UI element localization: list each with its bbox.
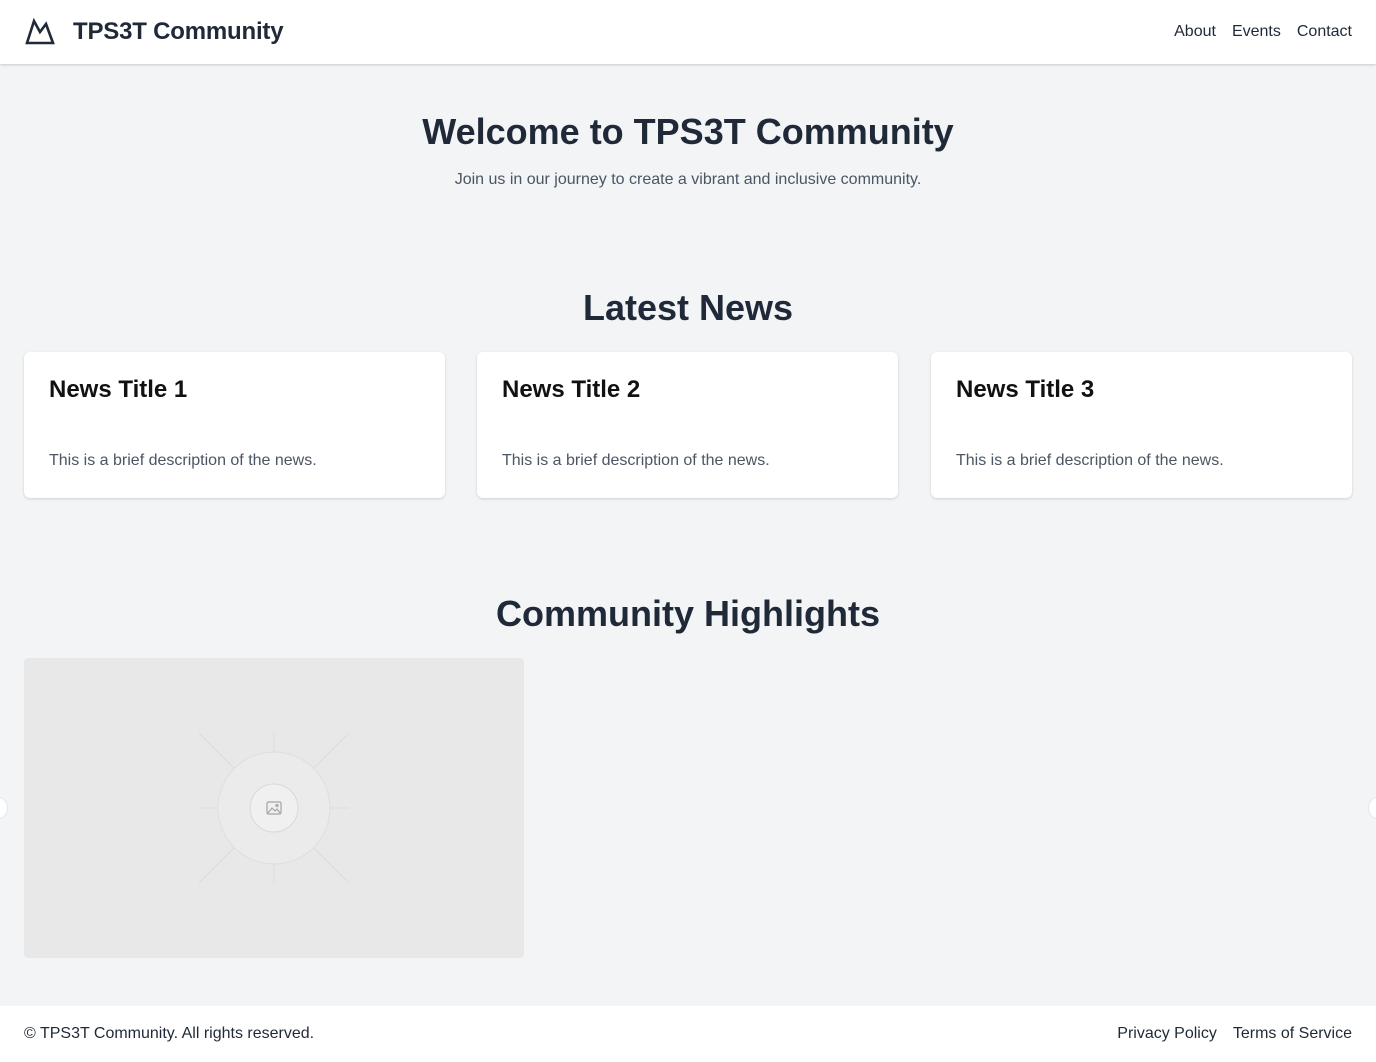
- footer-link-terms[interactable]: Terms of Service: [1233, 1022, 1352, 1046]
- brand-name: TPS3T Community: [73, 18, 284, 45]
- news-card-title: News Title 1: [49, 376, 188, 403]
- brand-link[interactable]: TPS3T Community: [24, 16, 284, 48]
- news-card: News Title 3 This is a brief description…: [931, 352, 1352, 498]
- news-card-title: News Title 3: [956, 376, 1095, 403]
- footer-link-privacy[interactable]: Privacy Policy: [1117, 1022, 1217, 1046]
- image-placeholder-icon: [198, 732, 350, 884]
- news-card-description: This is a brief description of the news.: [502, 452, 770, 469]
- news-grid: News Title 1 This is a brief description…: [24, 352, 1352, 498]
- news-section-title: Latest News: [582, 287, 794, 328]
- news-card-description: This is a brief description of the news.: [956, 452, 1224, 469]
- main-nav: About Events Contact: [1174, 20, 1352, 44]
- nav-link-contact[interactable]: Contact: [1297, 20, 1352, 44]
- news-card-description: This is a brief description of the news.: [49, 452, 317, 469]
- highlights-section-title: Community Highlights: [496, 593, 880, 634]
- site-footer: © TPS3T Community. All rights reserved. …: [0, 1006, 1376, 1062]
- news-card: News Title 1 This is a brief description…: [24, 352, 445, 498]
- footer-nav: Privacy Policy Terms of Service: [1117, 1022, 1352, 1046]
- mountain-icon: [25, 17, 55, 45]
- site-header: TPS3T Community About Events Contact: [0, 0, 1376, 64]
- news-card-title: News Title 2: [502, 376, 641, 403]
- copyright-text: © TPS3T Community. All rights reserved.: [24, 1025, 315, 1042]
- nav-link-events[interactable]: Events: [1232, 20, 1281, 44]
- news-card: News Title 2 This is a brief description…: [477, 352, 898, 498]
- carousel-slide[interactable]: [24, 658, 524, 958]
- hero-subtitle: Join us in our journey to create a vibra…: [454, 171, 922, 188]
- carousel-prev-button[interactable]: [0, 796, 8, 820]
- hero-title: Welcome to TPS3T Community: [422, 111, 954, 152]
- nav-link-about[interactable]: About: [1174, 20, 1216, 44]
- highlights-carousel: [0, 658, 1376, 958]
- carousel-next-button[interactable]: [1368, 796, 1376, 820]
